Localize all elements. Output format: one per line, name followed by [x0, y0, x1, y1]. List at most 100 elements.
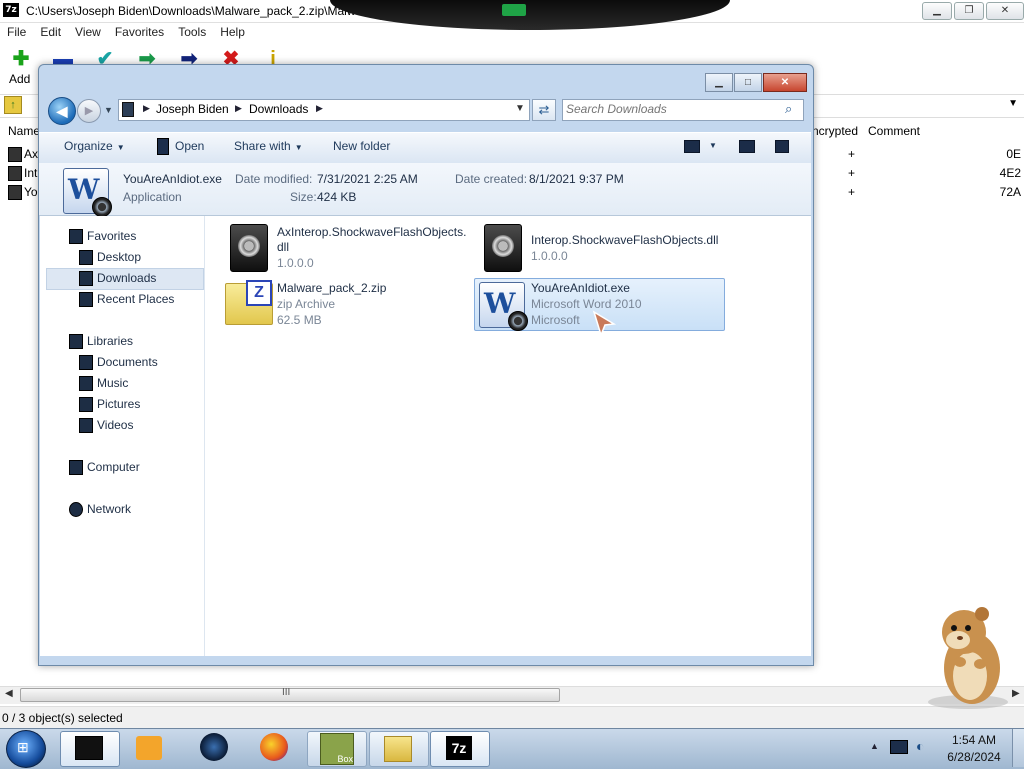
file-name: Interop.ShockwaveFlashObjects.dll: [531, 233, 719, 247]
menu-help[interactable]: Help: [213, 23, 252, 41]
nav-item-computer[interactable]: Computer: [69, 460, 140, 475]
dll-file-icon: [484, 224, 522, 272]
preview-pane-icon[interactable]: [739, 140, 755, 153]
organize-label: Organize: [64, 139, 113, 153]
back-arrow-icon[interactable]: ◀: [48, 97, 76, 125]
nav-item-pictures[interactable]: Pictures: [79, 397, 140, 412]
dll-file-icon: [230, 224, 268, 272]
column-header-comment[interactable]: Comment: [868, 124, 920, 138]
menu-file[interactable]: File: [0, 23, 33, 41]
explorer-maximize-button[interactable]: □: [734, 73, 762, 92]
file-description: Microsoft Word 2010: [531, 297, 642, 311]
open-button[interactable]: Open: [175, 139, 204, 153]
menu-edit[interactable]: Edit: [33, 23, 68, 41]
add-plus-icon[interactable]: ✚: [10, 48, 32, 70]
status-bar: [0, 706, 1024, 729]
explorer-close-button[interactable]: ✕: [763, 73, 807, 92]
folder-up-icon[interactable]: ↑: [4, 96, 22, 114]
breadcrumb-item-downloads[interactable]: Downloads: [249, 102, 308, 116]
globe-icon[interactable]: [200, 733, 228, 761]
documents-icon: [79, 355, 93, 370]
file-version: 1.0.0.0: [531, 249, 568, 263]
computer-icon: [69, 460, 83, 475]
row-name: Int: [24, 166, 38, 180]
status-text: 0 / 3 object(s) selected: [2, 711, 123, 725]
clock-time[interactable]: 1:54 AM: [949, 733, 999, 747]
nav-item-recent-places[interactable]: Recent Places: [79, 292, 175, 307]
nav-item-desktop[interactable]: Desktop: [79, 250, 142, 265]
word-exe-icon: W: [479, 282, 528, 331]
sevenzip-logo-icon: 7z: [3, 3, 19, 17]
terminal-icon: [75, 736, 103, 760]
nav-label: Desktop: [97, 250, 142, 264]
nav-label: Favorites: [87, 229, 137, 243]
view-options-icon[interactable]: [684, 140, 700, 153]
nav-item-documents[interactable]: Documents: [79, 355, 158, 370]
overlay-green-icon: [502, 4, 526, 16]
nav-label: Recent Places: [97, 292, 175, 306]
breadcrumb-separator-icon[interactable]: ▶: [235, 103, 242, 114]
sevenzip-icon: 7z: [446, 736, 472, 760]
nav-item-music[interactable]: Music: [79, 376, 128, 391]
history-dropdown-icon[interactable]: ▼: [104, 105, 113, 115]
file-name: YouAreAnIdiot.exe: [531, 281, 630, 295]
zip-archive-icon: Z: [225, 280, 273, 325]
scrollbar-grip: III: [282, 687, 291, 698]
word-exe-icon: W: [63, 168, 112, 217]
nav-item-videos[interactable]: Videos: [79, 418, 133, 433]
breadcrumb-separator-icon[interactable]: ▶: [143, 103, 150, 114]
address-dropdown-icon[interactable]: ▼: [1008, 98, 1018, 109]
menu-tools[interactable]: Tools: [171, 23, 213, 41]
windows-logo-icon: ⊞: [17, 739, 29, 755]
view-dropdown-icon[interactable]: ▼: [709, 141, 717, 150]
nav-item-network[interactable]: Network: [69, 502, 131, 517]
nav-label: Downloads: [97, 271, 157, 285]
media-player-icon[interactable]: [136, 736, 162, 760]
file-size: 62.5 MB: [277, 313, 322, 327]
explorer-minimize-button[interactable]: ▁: [705, 73, 733, 92]
show-desktop-button[interactable]: [1012, 729, 1024, 767]
minimize-button[interactable]: ▁: [922, 2, 952, 20]
search-input[interactable]: [566, 101, 776, 117]
mouse-cursor-icon: [592, 310, 616, 338]
scroll-left-icon[interactable]: ◀: [5, 688, 13, 699]
details-size-value: 424 KB: [317, 190, 357, 204]
row-name: Yo: [24, 185, 38, 199]
tray-network-icon[interactable]: [890, 740, 908, 754]
breadcrumb-separator-icon[interactable]: ▶: [316, 103, 323, 114]
tray-volume-icon[interactable]: ◐: [916, 739, 930, 753]
breadcrumb-dropdown-icon[interactable]: ▼: [515, 103, 525, 114]
disc-badge-icon: [92, 197, 112, 217]
maximize-button[interactable]: ❐: [954, 2, 984, 20]
add-button-label[interactable]: Add: [9, 72, 30, 86]
new-folder-button[interactable]: New folder: [333, 139, 390, 153]
column-header-name[interactable]: Name: [8, 124, 40, 138]
firefox-icon[interactable]: [260, 733, 288, 761]
organize-button[interactable]: Organize ▼: [64, 139, 125, 153]
clock-date[interactable]: 6/28/2024: [945, 750, 1003, 764]
nav-label: Documents: [97, 355, 158, 369]
breadcrumb-item-user[interactable]: Joseph Biden: [156, 102, 229, 116]
close-button[interactable]: ✕: [986, 2, 1024, 20]
scroll-right-icon[interactable]: ▶: [1012, 688, 1020, 699]
column-header-encrypted[interactable]: ncrypted: [812, 124, 858, 138]
file-version: 1.0.0.0: [277, 256, 314, 270]
z-letter-icon: Z: [246, 280, 272, 306]
nav-item-favorites[interactable]: Favorites: [69, 229, 137, 244]
file-name: AxInterop.ShockwaveFlashObjects.: [277, 225, 467, 239]
hamster-mascot-icon: [928, 607, 1008, 709]
tray-show-hidden-icon[interactable]: ▲: [870, 741, 879, 751]
help-icon[interactable]: [775, 140, 789, 153]
search-icon[interactable]: ⌕: [785, 101, 797, 116]
nav-item-libraries[interactable]: Libraries: [69, 334, 133, 349]
forward-arrow-icon[interactable]: ▶: [77, 99, 101, 123]
row-encrypted: +: [848, 185, 856, 199]
menu-favorites[interactable]: Favorites: [108, 23, 171, 41]
recent-places-icon: [79, 292, 93, 307]
nav-item-downloads[interactable]: Downloads: [79, 271, 157, 286]
explorer-folder-icon: [384, 736, 412, 762]
details-file-type: Application: [123, 190, 182, 204]
share-with-button[interactable]: Share with ▼: [234, 139, 303, 153]
refresh-icon[interactable]: ⇄: [532, 99, 556, 121]
menu-view[interactable]: View: [68, 23, 108, 41]
